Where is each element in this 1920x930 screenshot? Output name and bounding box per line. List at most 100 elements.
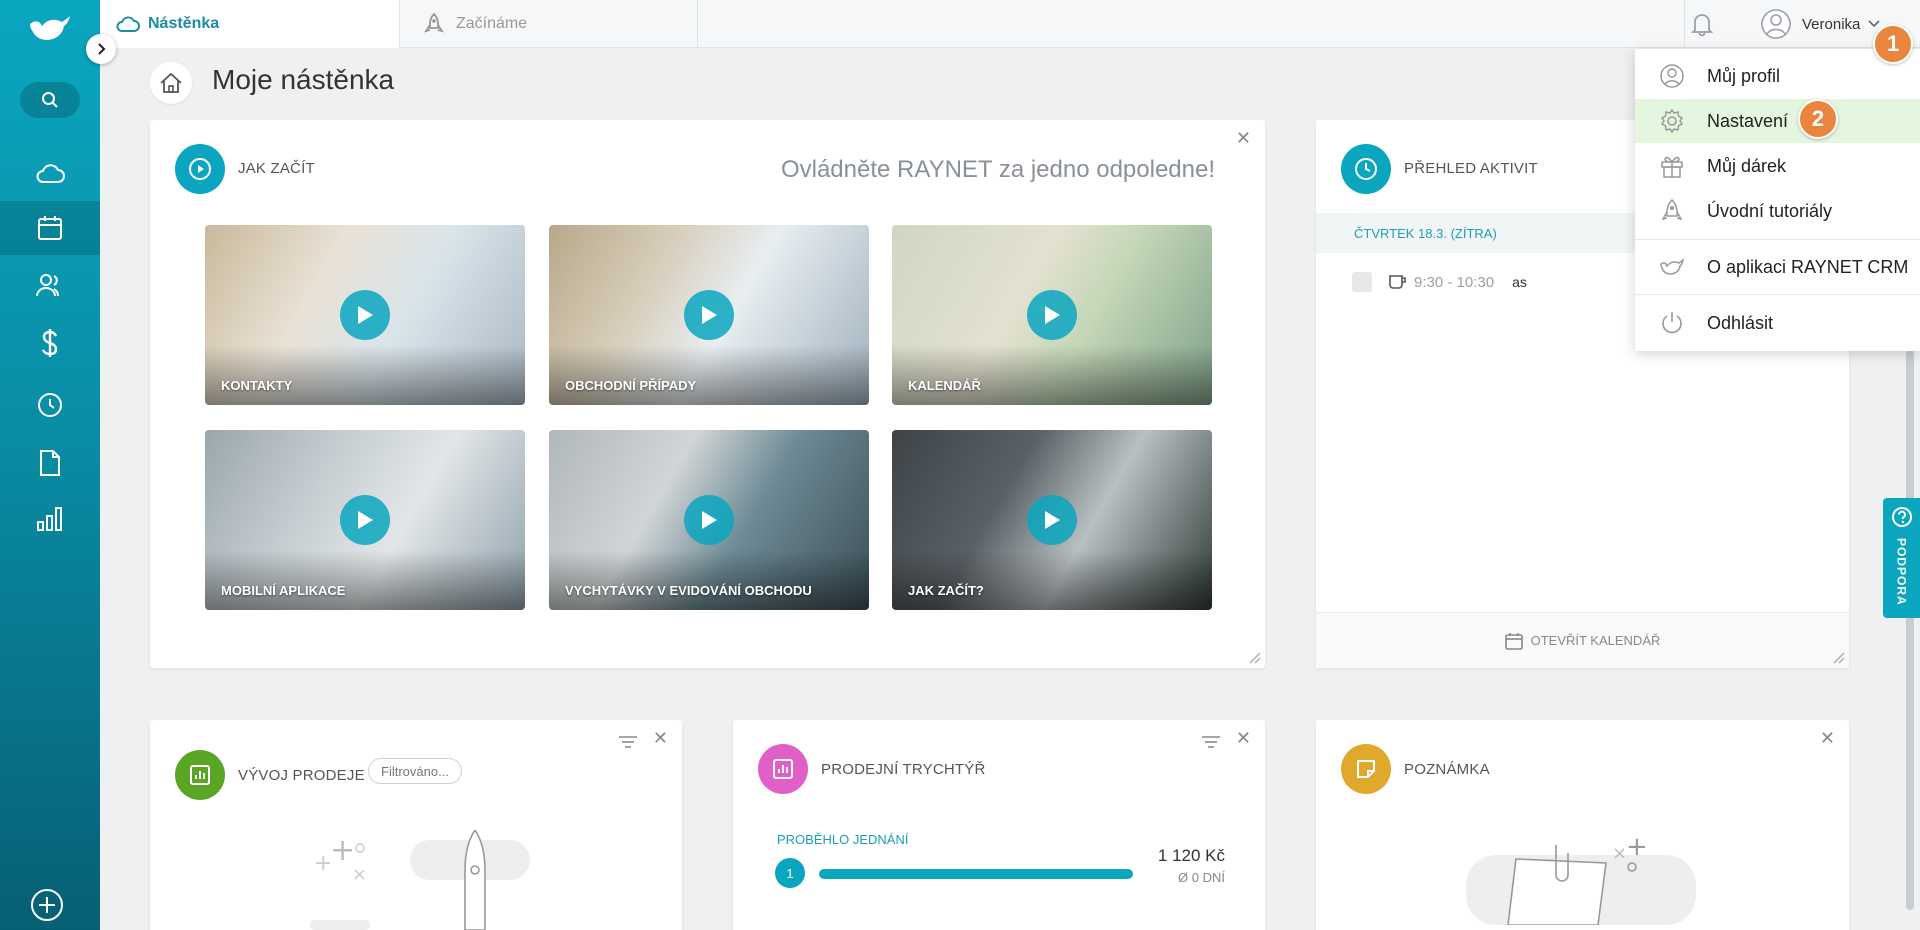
sidebar-item-activities[interactable]	[0, 378, 100, 432]
home-icon	[160, 72, 182, 93]
help-icon	[1891, 507, 1912, 527]
open-calendar-button[interactable]: OTEVŘÍT KALENDÁŘ	[1316, 612, 1849, 668]
funnel-count-badge: 1	[775, 858, 805, 888]
card-title: POZNÁMKA	[1404, 761, 1490, 778]
filter-icon[interactable]	[1201, 734, 1221, 750]
bar-chart-icon	[37, 507, 62, 531]
add-icon[interactable]	[30, 888, 64, 922]
play-icon[interactable]	[1027, 495, 1077, 545]
power-icon	[1657, 308, 1687, 338]
activity-time: 9:30 - 10:30	[1414, 273, 1495, 291]
step-badge-1: 1	[1873, 24, 1913, 64]
menu-item-settings[interactable]: Nastavení	[1635, 99, 1920, 143]
support-label: PODPORA	[1894, 538, 1909, 606]
home-button[interactable]	[150, 62, 192, 104]
sidebar-item-calendar[interactable]	[0, 201, 100, 255]
note-illustration-icon: + ×	[1466, 832, 1696, 925]
funnel-days: Ø 0 DNÍ	[1178, 870, 1225, 885]
activity-checkbox[interactable]	[1352, 272, 1372, 292]
support-tab[interactable]: PODPORA	[1883, 498, 1920, 618]
cloud-icon	[116, 16, 140, 32]
resize-handle-icon[interactable]	[1245, 648, 1261, 664]
resize-handle-icon[interactable]	[1829, 648, 1845, 664]
getting-started-card: ✕ JAK ZAČÍT Ovládněte RAYNET za jedno od…	[150, 120, 1265, 668]
chart-icon	[758, 744, 808, 794]
video-tips[interactable]: VYCHYTÁVKY V EVIDOVÁNÍ OBCHODU	[549, 430, 869, 610]
card-title: JAK ZAČÍT	[238, 160, 315, 177]
user-circle-icon	[1657, 61, 1687, 91]
video-label: JAK ZAČÍT?	[908, 583, 984, 598]
video-calendar[interactable]: KALENDÁŘ	[892, 225, 1212, 405]
activity-item[interactable]: 9:30 - 10:30 as	[1352, 272, 1527, 292]
coffee-cup-icon	[1389, 275, 1406, 289]
user-dropdown-menu: Můj profil Nastavení Můj dárek Úvodní tu…	[1635, 49, 1920, 351]
menu-item-tutorials[interactable]: Úvodní tutoriály	[1635, 189, 1920, 233]
sidebar-item-reports[interactable]	[0, 492, 100, 546]
funnel-bar[interactable]	[819, 869, 1133, 879]
close-icon[interactable]: ✕	[1236, 728, 1251, 749]
gift-icon	[1657, 151, 1687, 181]
top-bar: Nástěnka Začínáme Veronika	[100, 0, 1920, 48]
video-shade	[549, 550, 869, 610]
video-contacts[interactable]: KONTAKTY	[205, 225, 525, 405]
sidebar-item-deals[interactable]	[0, 316, 100, 370]
menu-item-my-gift[interactable]: Můj dárek	[1635, 144, 1920, 188]
search-button[interactable]	[20, 82, 80, 118]
menu-item-my-profile[interactable]: Můj profil	[1635, 54, 1920, 98]
step-badge-2: 2	[1798, 99, 1838, 139]
close-icon[interactable]: ✕	[653, 728, 668, 749]
svg-text:+: +	[330, 833, 355, 868]
notifications-button[interactable]	[1688, 10, 1716, 38]
user-menu-button[interactable]: Veronika	[1760, 8, 1880, 40]
clock-icon	[1341, 144, 1391, 194]
tab-label: Začínáme	[456, 15, 528, 32]
play-circle-icon	[175, 144, 225, 194]
play-icon[interactable]	[340, 495, 390, 545]
tab-label: Nástěnka	[148, 15, 220, 32]
menu-item-label: O aplikaci RAYNET CRM	[1707, 256, 1909, 277]
menu-item-about[interactable]: O aplikaci RAYNET CRM	[1635, 245, 1920, 289]
activity-title: as	[1512, 274, 1527, 290]
close-icon[interactable]: ✕	[1820, 728, 1835, 749]
menu-item-label: Můj profil	[1707, 65, 1781, 86]
sidebar-item-contacts[interactable]	[0, 258, 100, 312]
video-shade	[549, 345, 869, 405]
sales-funnel-card: ✕ PRODEJNÍ TRYCHTÝŘ PROBĚHLO JEDNÁNÍ 1 1…	[733, 720, 1265, 930]
note-card: ✕ POZNÁMKA + ×	[1316, 720, 1849, 930]
close-icon[interactable]: ✕	[1236, 128, 1251, 149]
video-shade	[205, 550, 525, 610]
video-mobile-app[interactable]: MOBILNÍ APLIKACE	[205, 430, 525, 610]
card-title: PŘEHLED AKTIVIT	[1404, 160, 1538, 177]
filter-icon[interactable]	[618, 734, 638, 750]
card-title: PRODEJNÍ TRYCHTÝŘ	[821, 761, 986, 778]
play-icon[interactable]	[1027, 290, 1077, 340]
menu-item-logout[interactable]: Odhlásit	[1635, 301, 1920, 345]
video-shade	[892, 345, 1212, 405]
video-shade	[205, 345, 525, 405]
play-icon[interactable]	[684, 495, 734, 545]
tab-getting-started[interactable]: Začínáme	[400, 0, 698, 48]
sales-development-card: ✕ VÝVOJ PRODEJE Filtrováno... + + ×	[150, 720, 682, 930]
menu-item-label: Úvodní tutoriály	[1707, 200, 1833, 221]
play-icon[interactable]	[340, 290, 390, 340]
filter-badge[interactable]: Filtrováno...	[368, 758, 462, 784]
rocket-illustration-icon: + + ×	[310, 830, 530, 930]
page-scrollbar[interactable]	[1906, 350, 1914, 910]
svg-text:+: +	[1626, 832, 1648, 862]
search-icon	[42, 92, 58, 108]
menu-item-label: Můj dárek	[1707, 155, 1787, 176]
menu-item-label: Odhlásit	[1707, 312, 1774, 333]
video-how-to-start[interactable]: JAK ZAČÍT?	[892, 430, 1212, 610]
raynet-logo-icon[interactable]	[28, 14, 72, 44]
play-icon[interactable]	[684, 290, 734, 340]
sidebar-item-dashboard[interactable]	[0, 146, 100, 200]
menu-item-label: Nastavení	[1707, 110, 1789, 131]
day-label: ČTVRTEK 18.3. (ZÍTRA)	[1354, 226, 1497, 241]
sidebar-item-documents[interactable]	[0, 436, 100, 490]
video-deals[interactable]: OBCHODNÍ PŘÍPADY	[549, 225, 869, 405]
funnel-stage-label: PROBĚHLO JEDNÁNÍ	[777, 832, 909, 847]
sidebar-toggle-button[interactable]	[86, 34, 116, 64]
tab-dashboard[interactable]: Nástěnka	[100, 0, 400, 48]
note-icon	[1341, 744, 1391, 794]
document-icon	[40, 450, 60, 476]
